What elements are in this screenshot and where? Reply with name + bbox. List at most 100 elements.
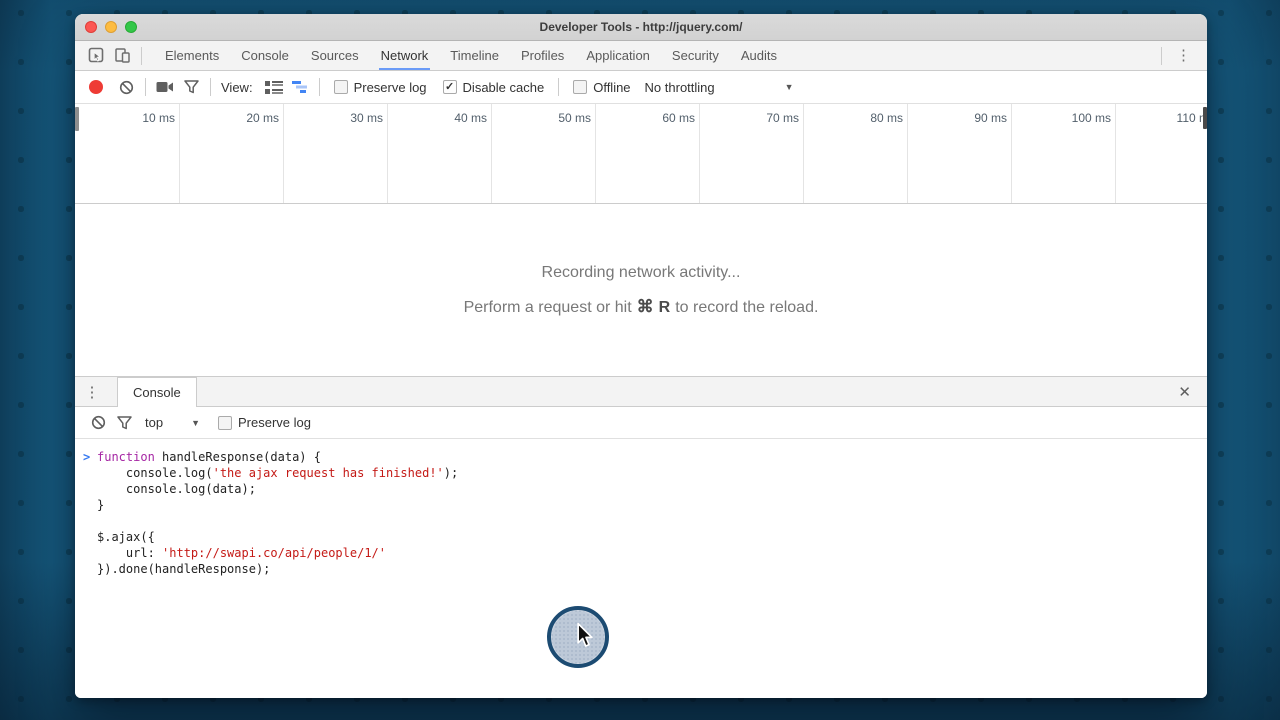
record-button[interactable] (89, 80, 103, 94)
ruler-left-handle[interactable] (75, 107, 79, 131)
code-segment-plain: $.ajax({ (97, 529, 155, 545)
ruler-tick: 110 ms (1116, 104, 1207, 203)
ruler-tick: 20 ms (180, 104, 284, 203)
code-segment-string: 'http://swapi.co/api/people/1/' (162, 545, 386, 561)
mouse-cursor-icon (575, 623, 595, 649)
code-segment-plain: }).done(handleResponse); (97, 561, 270, 577)
clear-requests-icon[interactable] (113, 75, 139, 99)
tab-console-drawer[interactable]: Console (117, 377, 197, 407)
window-title: Developer Tools - http://jquery.com/ (75, 20, 1207, 34)
recording-status-text: Recording network activity... (542, 264, 741, 282)
console-preserve-log-label: Preserve log (238, 415, 311, 430)
toolbar-divider (319, 78, 320, 96)
code-line: $.ajax({ (81, 529, 1207, 545)
code-line: } (81, 497, 1207, 513)
code-segment-plain: handleResponse(data) { (155, 449, 321, 465)
toolbar-divider (558, 78, 559, 96)
code-segment-plain: console.log(data); (97, 481, 256, 497)
code-line: console.log('the ajax request has finish… (81, 465, 1207, 481)
throttling-value: No throttling (645, 80, 715, 95)
desktop-background: Developer Tools - http://jquery.com/ Ele… (0, 0, 1280, 720)
context-value: top (145, 415, 163, 430)
screenshot-camera-icon[interactable] (152, 75, 178, 99)
show-overview-waterfall-icon[interactable] (287, 75, 313, 99)
device-toolbar-icon[interactable] (109, 43, 135, 69)
offline-option[interactable]: Offline (573, 80, 630, 95)
tab-timeline[interactable]: Timeline (439, 41, 510, 70)
code-gutter (81, 545, 97, 561)
chevron-down-icon: ▼ (785, 82, 794, 92)
large-request-rows-icon[interactable] (261, 75, 287, 99)
console-preserve-log-option[interactable]: Preserve log (218, 415, 311, 430)
ruler-tick: 100 ms (1012, 104, 1116, 203)
offline-checkbox[interactable] (573, 80, 587, 94)
code-gutter (81, 465, 97, 481)
execution-context-select[interactable]: top ▼ (145, 415, 200, 430)
code-line: url: 'http://swapi.co/api/people/1/' (81, 545, 1207, 561)
code-line (81, 513, 1207, 529)
network-toolbar: View: (75, 71, 1207, 104)
code-line: console.log(data); (81, 481, 1207, 497)
code-gutter (81, 481, 97, 497)
ruler-right-handle[interactable] (1203, 107, 1207, 129)
filter-icon[interactable] (178, 75, 204, 99)
code-segment-plain: url: (97, 545, 162, 561)
hint-prefix: Perform a request or hit (464, 299, 632, 317)
disable-cache-checkbox[interactable]: ✓ (443, 80, 457, 94)
ruler-tick: 90 ms (908, 104, 1012, 203)
checkmark-icon: ✓ (445, 82, 454, 93)
tab-console[interactable]: Console (230, 41, 300, 70)
devtools-tabs: ElementsConsoleSourcesNetworkTimelinePro… (154, 41, 788, 70)
tab-elements[interactable]: Elements (154, 41, 230, 70)
devtools-menu-icon[interactable]: ⋮ (1168, 48, 1199, 63)
code-segment-string: 'the ajax request has finished!' (213, 465, 444, 481)
toolbar-divider (1161, 47, 1162, 65)
tab-application[interactable]: Application (575, 41, 661, 70)
console-preserve-log-checkbox[interactable] (218, 416, 232, 430)
disable-cache-option[interactable]: ✓ Disable cache (443, 80, 545, 95)
tab-audits[interactable]: Audits (730, 41, 788, 70)
preserve-log-option[interactable]: Preserve log (334, 80, 427, 95)
tab-sources[interactable]: Sources (300, 41, 370, 70)
drawer-menu-icon[interactable]: ⋮ (75, 377, 109, 406)
devtools-window: Developer Tools - http://jquery.com/ Ele… (75, 14, 1207, 698)
close-drawer-button[interactable]: ✕ (1162, 377, 1207, 406)
disable-cache-label: Disable cache (463, 80, 545, 95)
ruler-tick: 10 ms (75, 104, 180, 203)
code-segment-plain: } (97, 497, 104, 513)
code-segment-plain: console.log( (97, 465, 213, 481)
console-drawer-header: ⋮ Console ✕ (75, 376, 1207, 406)
ruler-tick: 50 ms (492, 104, 596, 203)
close-icon: ✕ (1178, 383, 1191, 401)
ruler-tick: 30 ms (284, 104, 388, 203)
offline-label: Offline (593, 80, 630, 95)
reload-hint-text: Perform a request or hit ⌘ R to record t… (464, 297, 819, 317)
toolbar-divider (210, 78, 211, 96)
code-gutter (81, 561, 97, 577)
timeline-ruler: 10 ms20 ms30 ms40 ms50 ms60 ms70 ms80 ms… (75, 104, 1207, 204)
clear-console-icon[interactable] (85, 411, 111, 435)
code-line: }).done(handleResponse); (81, 561, 1207, 577)
ruler-tick: 40 ms (388, 104, 492, 203)
tab-security[interactable]: Security (661, 41, 730, 70)
devtools-tabbar: ElementsConsoleSourcesNetworkTimelinePro… (75, 41, 1207, 71)
tab-network[interactable]: Network (370, 41, 440, 70)
code-gutter (81, 513, 97, 529)
code-segment-keyword: function (97, 449, 155, 465)
inspect-element-icon[interactable] (83, 43, 109, 69)
throttling-select[interactable]: No throttling ▼ (645, 80, 794, 95)
preserve-log-checkbox[interactable] (334, 80, 348, 94)
console-filter-icon[interactable] (111, 411, 137, 435)
code-segment-plain: ); (444, 465, 458, 481)
tab-profiles[interactable]: Profiles (510, 41, 575, 70)
view-label: View: (221, 80, 253, 95)
toolbar-divider (141, 47, 142, 65)
console-tab-label: Console (133, 385, 181, 400)
click-indicator (547, 606, 609, 668)
preserve-log-label: Preserve log (354, 80, 427, 95)
r-key-symbol: R (659, 299, 671, 317)
code-gutter (81, 529, 97, 545)
console-code[interactable]: >function handleResponse(data) { console… (75, 439, 1207, 698)
window-titlebar[interactable]: Developer Tools - http://jquery.com/ (75, 14, 1207, 41)
code-line: >function handleResponse(data) { (81, 449, 1207, 465)
